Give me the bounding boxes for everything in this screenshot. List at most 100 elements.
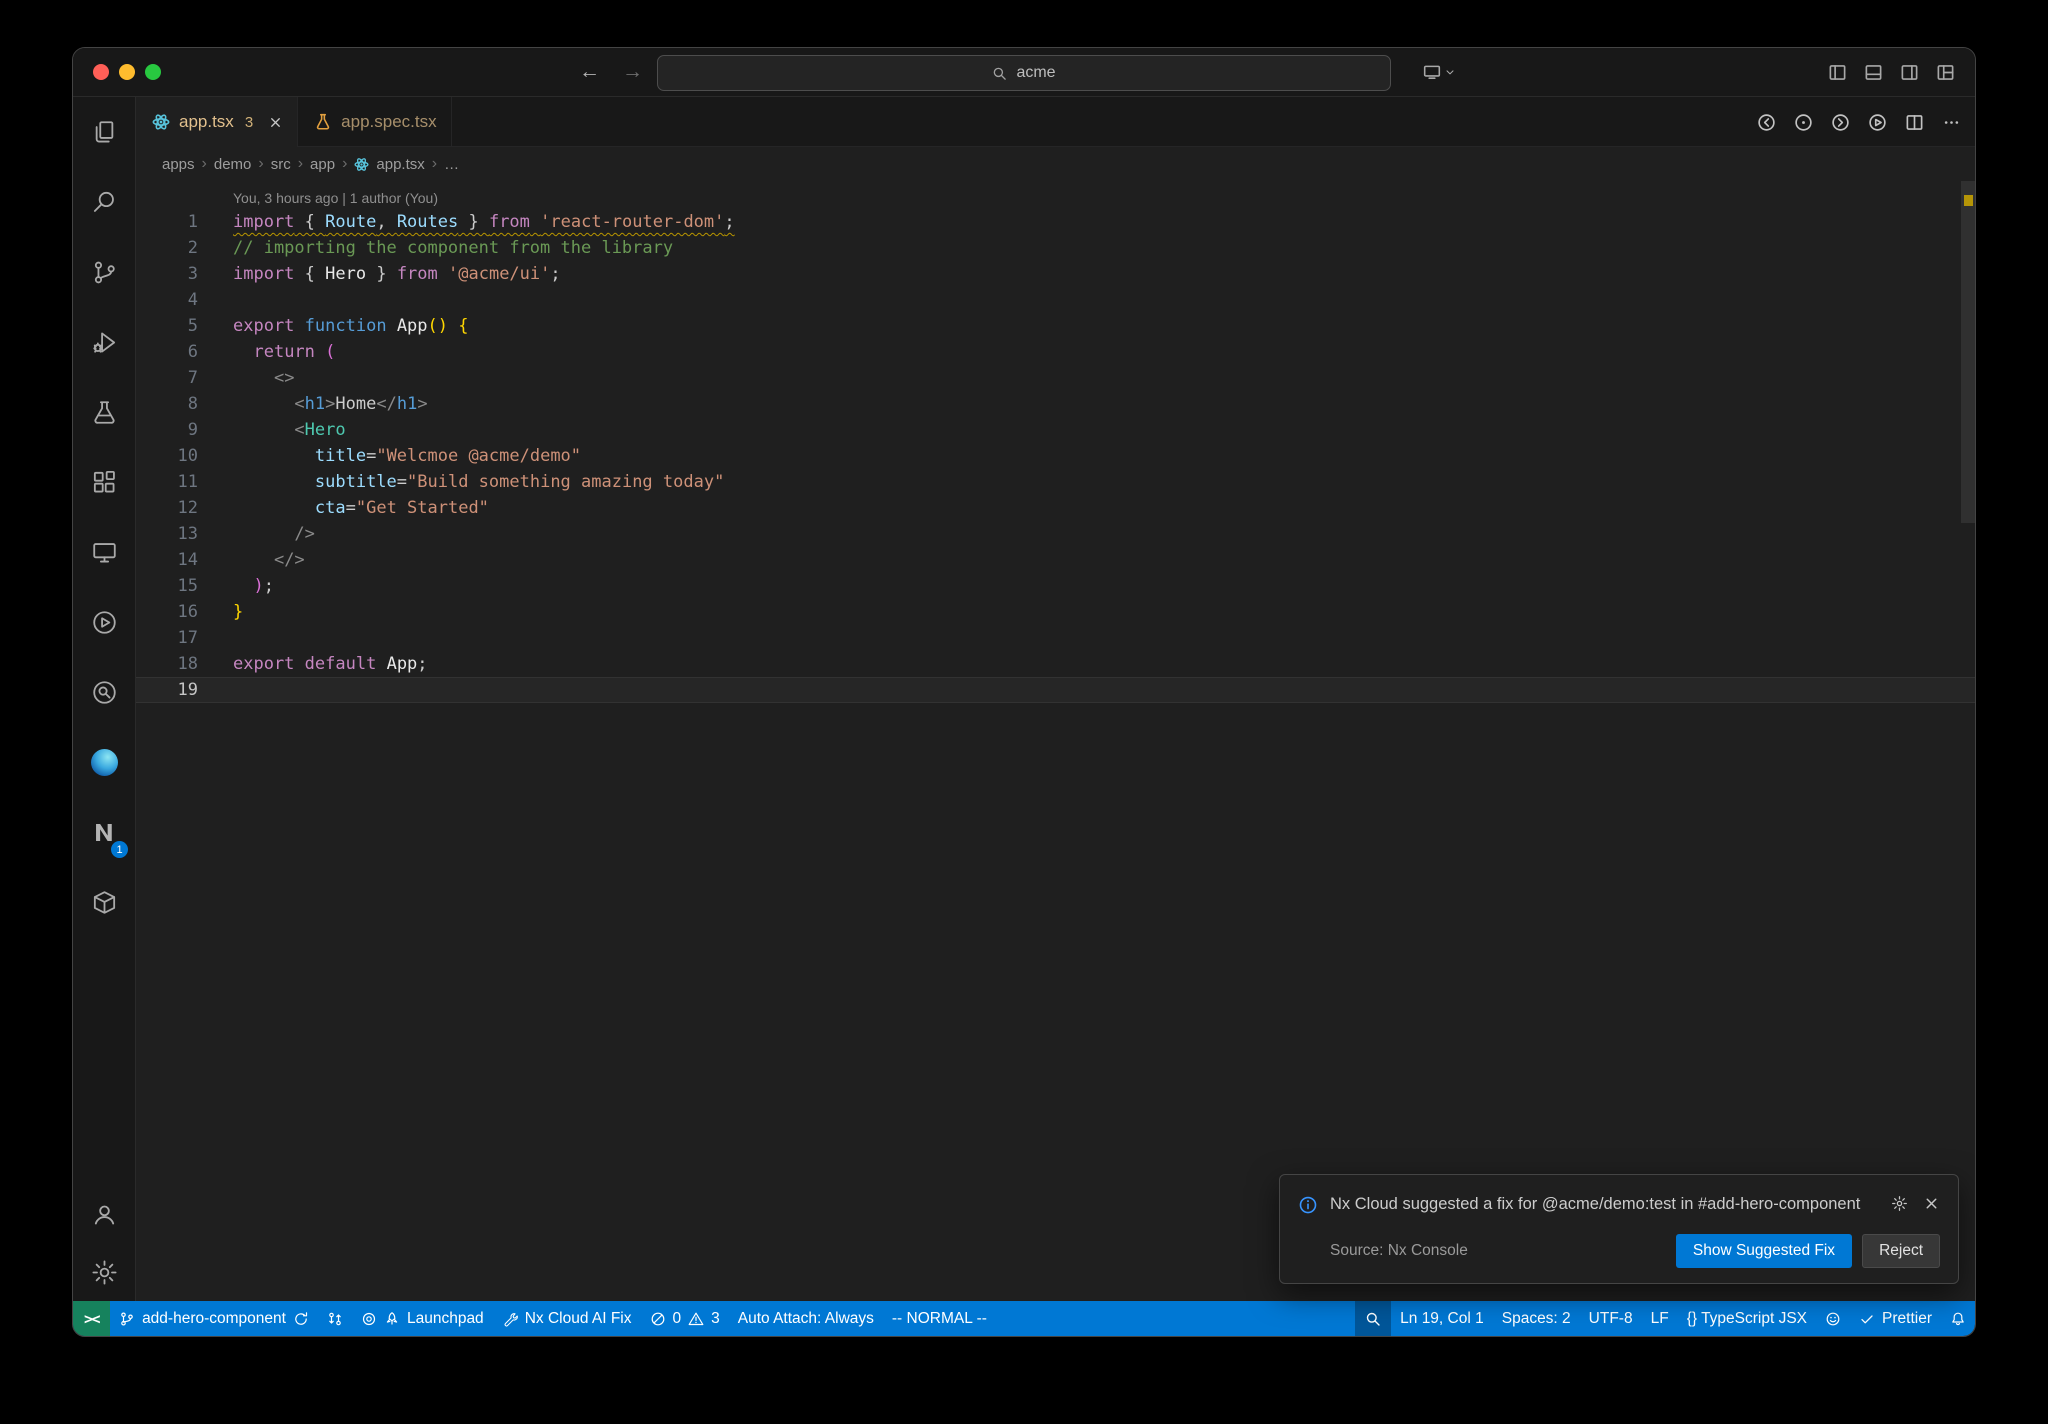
activity-extensions[interactable] xyxy=(73,447,135,517)
activity-code-search[interactable] xyxy=(73,657,135,727)
title-bar[interactable]: ← → acme xyxy=(73,48,1975,97)
status-nx-cloud-ai-fix[interactable]: Nx Cloud AI Fix xyxy=(493,1301,641,1336)
split-editor-icon[interactable] xyxy=(1905,113,1924,132)
line-content: cta="Get Started" xyxy=(314,498,489,518)
activity-accounts[interactable] xyxy=(73,1185,135,1243)
files-icon xyxy=(90,118,119,147)
show-suggested-fix-button[interactable]: Show Suggested Fix xyxy=(1675,1234,1853,1268)
timeline-icon[interactable] xyxy=(1794,113,1813,132)
minimize-window-button[interactable] xyxy=(119,64,135,80)
navigate-back-icon[interactable] xyxy=(1757,113,1776,132)
code-editor[interactable]: You, 3 hours ago | 1 author (You) 1 impor… xyxy=(136,181,1975,1301)
notification-settings-gear-icon[interactable] xyxy=(1891,1195,1908,1212)
code-line-8[interactable]: 8 <h1>Home</h1> xyxy=(136,391,1975,417)
navigate-forward-arrow-icon[interactable]: → xyxy=(622,60,643,84)
editor-actions xyxy=(1757,97,1961,147)
tab-app.spec.tsx[interactable]: app.spec.tsx xyxy=(298,97,452,147)
activity-explorer[interactable] xyxy=(73,97,135,167)
toggle-panel-icon[interactable] xyxy=(1864,63,1883,82)
line-number: 5 xyxy=(187,316,198,336)
code-line-12[interactable]: 12 cta="Get Started" xyxy=(136,495,1975,521)
zoom-window-button[interactable] xyxy=(145,64,161,80)
activity-run-and-debug[interactable] xyxy=(73,307,135,377)
navigate-forward-icon[interactable] xyxy=(1831,113,1850,132)
status-notifications-bell[interactable] xyxy=(1941,1301,1975,1336)
notification-toast: Nx Cloud suggested a fix for @acme/demo:… xyxy=(1279,1174,1959,1284)
status-git-compare[interactable] xyxy=(318,1301,352,1336)
tab-close-icon[interactable] xyxy=(268,115,283,130)
breadcrumb-item-apps[interactable]: apps xyxy=(162,156,195,173)
activity-source-control[interactable] xyxy=(73,237,135,307)
run-file-icon[interactable] xyxy=(1868,113,1887,132)
status-feedback[interactable] xyxy=(1816,1301,1850,1336)
search-icon xyxy=(1365,1311,1381,1327)
tab-label: app.tsx xyxy=(179,112,234,131)
notification-close-icon[interactable] xyxy=(1923,1195,1940,1212)
toggle-secondary-sidebar-icon[interactable] xyxy=(1900,63,1919,82)
breadcrumb-item-app.tsx[interactable]: app.tsx xyxy=(376,156,424,173)
status-launchpad[interactable]: Launchpad xyxy=(352,1301,493,1336)
remote-host-button[interactable] xyxy=(1423,48,1456,96)
breadcrumb-item-…[interactable]: … xyxy=(444,156,459,173)
breadcrumb-item-app[interactable]: app xyxy=(310,156,335,173)
code-line-18[interactable]: 18 export default App; xyxy=(136,651,1975,677)
navigate-back-arrow-icon[interactable]: ← xyxy=(579,60,600,84)
code-line-4[interactable]: 4 xyxy=(136,287,1975,313)
code-line-16[interactable]: 16} xyxy=(136,599,1975,625)
activity-search[interactable] xyxy=(73,167,135,237)
code-line-1[interactable]: 1 import { Route, Routes } from 'react-ro… xyxy=(136,209,1975,235)
toggle-primary-sidebar-icon[interactable] xyxy=(1828,63,1847,82)
line-number: 14 xyxy=(177,550,198,570)
code-line-14[interactable]: 14 </> xyxy=(136,547,1975,573)
status-vim-mode[interactable]: -- NORMAL -- xyxy=(883,1301,996,1336)
reject-button[interactable]: Reject xyxy=(1862,1234,1940,1268)
status-git-branch[interactable]: add-hero-component xyxy=(110,1301,318,1336)
activity-nx-console[interactable]: 1 xyxy=(73,797,135,867)
code-line-13[interactable]: 13 /> xyxy=(136,521,1975,547)
activity-npm-scripts[interactable] xyxy=(73,867,135,937)
close-window-button[interactable] xyxy=(93,64,109,80)
breadcrumb-item-demo[interactable]: demo xyxy=(214,156,252,173)
scrollbar[interactable] xyxy=(1961,181,1975,1301)
status-formatter[interactable]: Prettier xyxy=(1850,1301,1941,1336)
more-actions-icon[interactable] xyxy=(1942,113,1961,132)
status-problems[interactable]: 03 xyxy=(641,1301,729,1336)
status-auto-attach[interactable]: Auto Attach: Always xyxy=(729,1301,883,1336)
code-line-6[interactable]: 6 return ( xyxy=(136,339,1975,365)
code-line-2[interactable]: 2 // importing the component from the lib… xyxy=(136,235,1975,261)
customize-layout-icon[interactable] xyxy=(1936,63,1955,82)
code-line-17[interactable]: 17 xyxy=(136,625,1975,651)
breadcrumb-item-src[interactable]: src xyxy=(271,156,291,173)
activity-remote-explorer[interactable] xyxy=(73,517,135,587)
status-cursor-position[interactable]: Ln 19, Col 1 xyxy=(1391,1301,1493,1336)
status-eol[interactable]: LF xyxy=(1642,1301,1678,1336)
code-line-19[interactable]: 19 xyxy=(136,677,1975,703)
activity-settings[interactable] xyxy=(73,1243,135,1301)
status-remote-indicator[interactable]: >< xyxy=(73,1301,111,1336)
notification-message: Nx Cloud suggested a fix for @acme/demo:… xyxy=(1330,1195,1861,1214)
code-line-7[interactable]: 7 <> xyxy=(136,365,1975,391)
line-number: 4 xyxy=(187,290,198,310)
code-line-3[interactable]: 3 import { Hero } from '@acme/ui'; xyxy=(136,261,1975,287)
rocket-icon xyxy=(384,1311,400,1327)
status-zoom[interactable] xyxy=(1355,1301,1392,1336)
tab-app.tsx[interactable]: app.tsx 3 xyxy=(136,97,299,147)
check-icon xyxy=(1859,1311,1875,1327)
status-language-mode[interactable]: {} TypeScript JSX xyxy=(1678,1301,1816,1336)
status-indentation[interactable]: Spaces: 2 xyxy=(1493,1301,1580,1336)
activity-testing[interactable] xyxy=(73,377,135,447)
status-eol-label: LF xyxy=(1650,1310,1669,1327)
scrollbar-slider[interactable] xyxy=(1961,181,1975,523)
code-line-15[interactable]: 15 ); xyxy=(136,573,1975,599)
code-line-10[interactable]: 10 title="Welcmoe @acme/demo" xyxy=(136,443,1975,469)
code-line-11[interactable]: 11 subtitle="Build something amazing tod… xyxy=(136,469,1975,495)
activity-edge-devtools[interactable] xyxy=(73,727,135,797)
code-line-5[interactable]: 5 export function App() { xyxy=(136,313,1975,339)
breadcrumb-separator: › xyxy=(342,155,348,172)
codelens-annotation[interactable]: You, 3 hours ago | 1 author (You) xyxy=(136,187,1975,209)
status-encoding[interactable]: UTF-8 xyxy=(1580,1301,1642,1336)
status-bar-right: Ln 19, Col 1 Spaces: 2 UTF-8 LF {} TypeScrip… xyxy=(1355,1301,1975,1336)
code-line-9[interactable]: 9 <Hero xyxy=(136,417,1975,443)
activity-run-target[interactable] xyxy=(73,587,135,657)
command-center-search[interactable]: acme xyxy=(657,55,1391,91)
